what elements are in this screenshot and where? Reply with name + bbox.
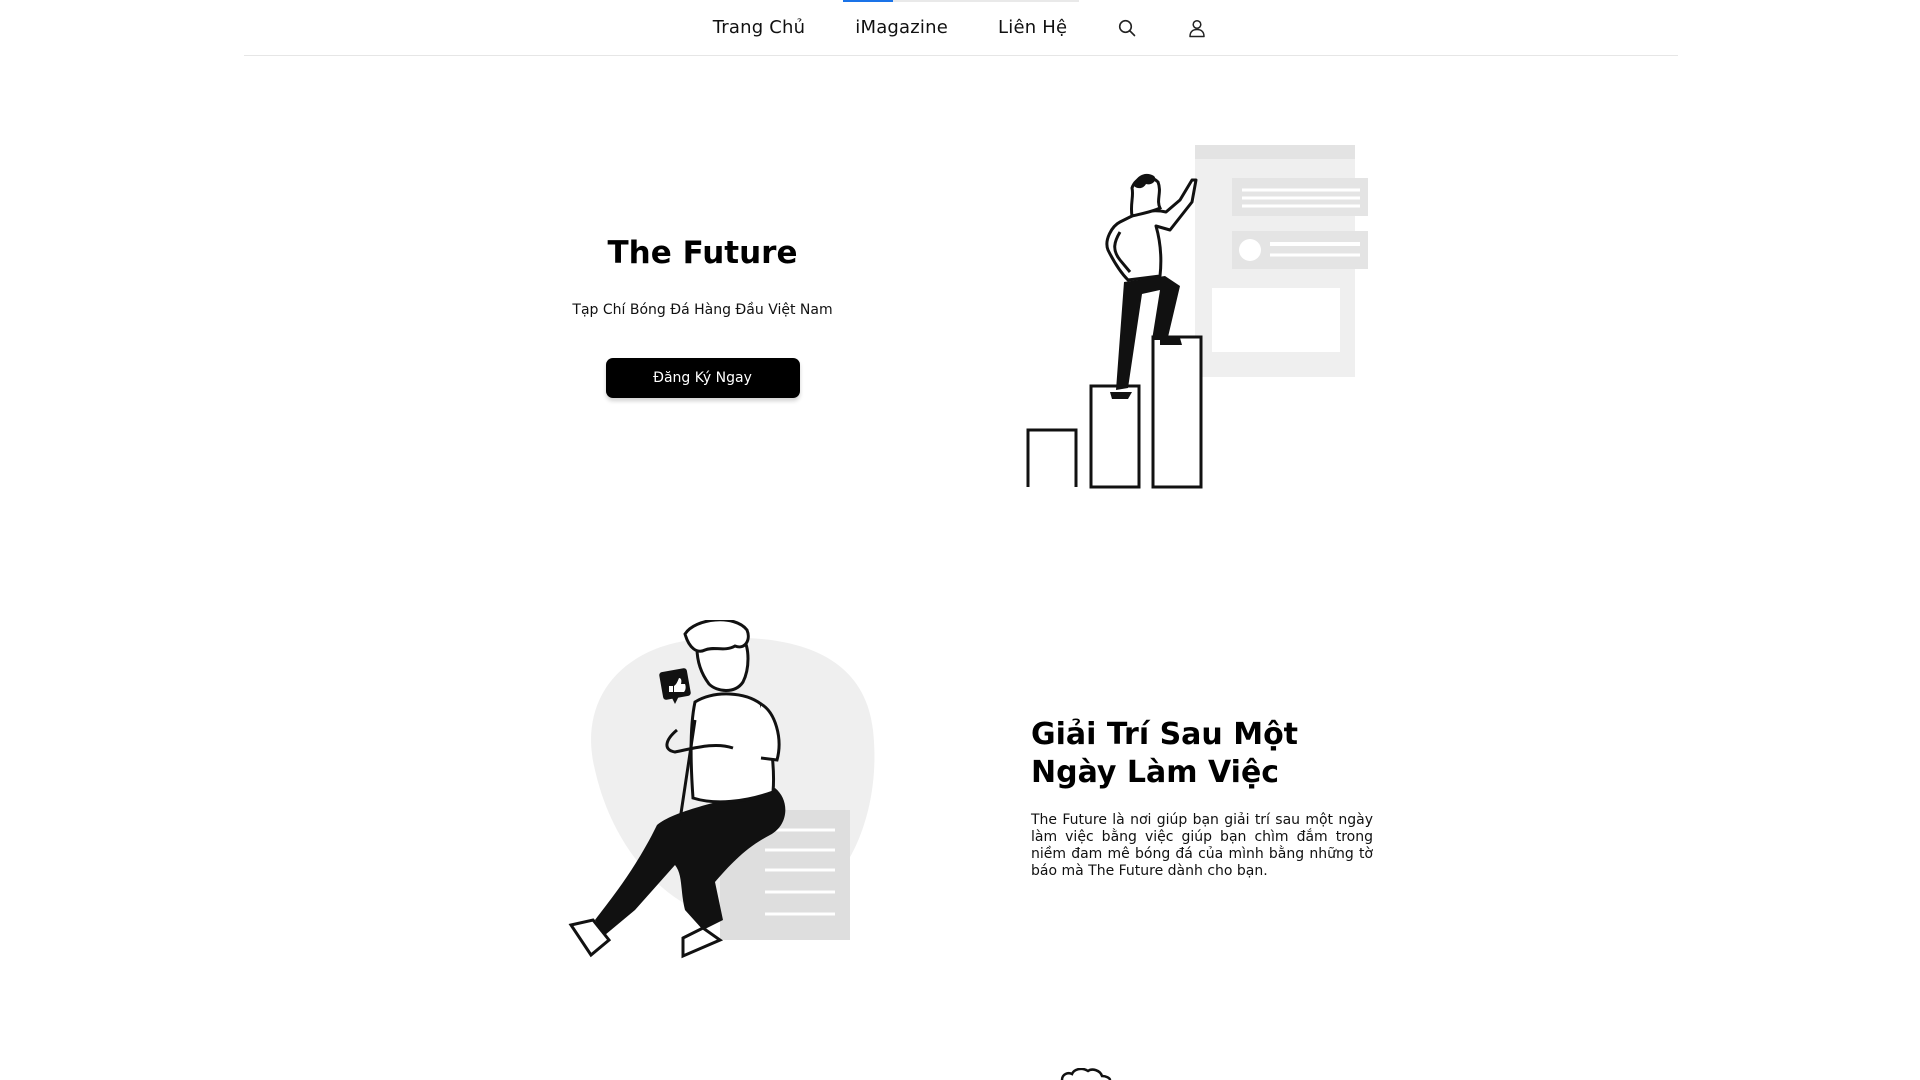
climbing-chart-illustration: [1026, 145, 1368, 489]
section2-body: The Future là nơi giúp bạn giải trí sau …: [1031, 812, 1373, 879]
account-button[interactable]: [1162, 0, 1232, 55]
section2-title: Giải Trí Sau Một Ngày Làm Việc: [1031, 717, 1299, 790]
hero-title: The Future: [607, 235, 798, 271]
search-icon: [1119, 19, 1136, 36]
hero-subtitle: Tạp Chí Bóng Đá Hàng Đầu Việt Nam: [572, 302, 833, 318]
section-entertainment: Giải Trí Sau Một Ngày Làm Việc The Futur…: [1031, 716, 1373, 880]
relaxing-person-illustration: [568, 620, 875, 959]
hero-text: The Future Tạp Chí Bóng Đá Hàng Đầu Việt…: [540, 228, 865, 398]
main-nav: Trang Chủ iMagazine Liên Hệ: [0, 0, 1920, 55]
cloud-icon: [1060, 1068, 1112, 1080]
nav-link-home[interactable]: Trang Chủ: [688, 0, 831, 55]
user-icon: [1189, 19, 1206, 37]
signup-button[interactable]: Đăng Ký Ngay: [605, 358, 800, 398]
nav-link-imagazine[interactable]: iMagazine: [830, 0, 973, 55]
search-button[interactable]: [1092, 0, 1162, 55]
nav-link-contact[interactable]: Liên Hệ: [973, 0, 1092, 55]
